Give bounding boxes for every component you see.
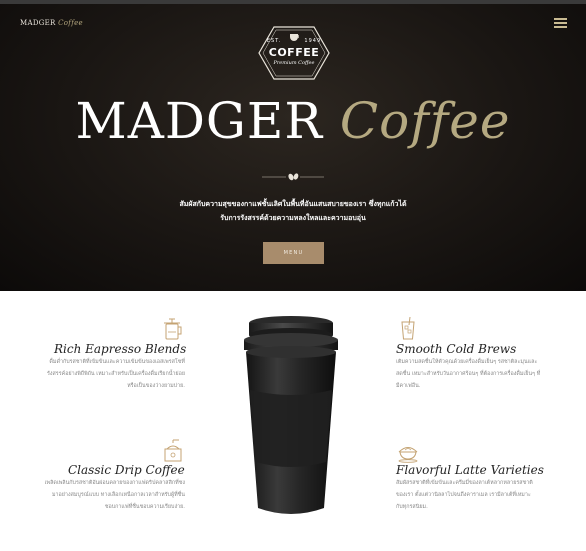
hero-tagline-line1: สัมผัสกับความสุขของกาแฟชั้นเลิศในพื้นที่…	[179, 200, 407, 208]
feature-title: Classic Drip Coffee	[68, 463, 185, 477]
brand-logo[interactable]: MADGER Coffee	[20, 19, 83, 27]
menu-button[interactable]: MENU	[263, 242, 324, 264]
hero-section: MADGER Coffee EST. 1949 COFFEE Premium C…	[0, 0, 586, 291]
hero-title-main: MADGER	[75, 92, 323, 150]
brand-main: MADGER	[20, 19, 56, 27]
badge-subtitle: Premium Coffee	[273, 60, 315, 66]
coffee-grinder-icon	[164, 439, 182, 462]
iced-coffee-icon	[401, 317, 415, 340]
hero-tagline: สัมผัสกับความสุขของกาแฟชั้นเลิศในพื้นที่…	[140, 197, 446, 225]
top-border	[0, 0, 586, 4]
coffee-cup-image	[244, 316, 338, 514]
hero-title: MADGER Coffee	[0, 92, 586, 150]
badge-name: COFFEE	[268, 46, 320, 59]
feature-desc: สัมผัสรสชาติที่เข้มข้นและครีมมี่ของลาเต้…	[396, 480, 533, 510]
feature-desc: เพลิดเพลินกับรสชาติอันผ่อนคลายของกาแฟดริ…	[44, 480, 185, 510]
feature-desc: ดื่มด่ำกับรสชาติที่เข้มข้นและความเข้มข้น…	[46, 359, 185, 389]
hero-title-accent: Coffee	[339, 92, 511, 150]
brand-accent: Coffee	[58, 19, 83, 27]
french-press-icon	[164, 318, 182, 340]
badge-year: 1949	[304, 38, 322, 44]
feature-title: Rich Eapresso Blends	[54, 342, 187, 356]
feature-desc: เติมความสดชื่นให้ตัวคุณด้วยเครื่องดื่มเย…	[396, 359, 541, 389]
hero-tagline-line2: รับการรังสรรค์ด้วยความหลงใหลและความอบอุ่…	[220, 214, 366, 222]
feature-title: Smooth Cold Brews	[396, 342, 517, 356]
coffee-badge: EST. 1949 COFFEE Premium Coffee	[258, 26, 330, 80]
badge-est: EST.	[266, 38, 282, 44]
hamburger-icon[interactable]	[554, 18, 567, 28]
feature-title: Flavorful Latte Varieties	[396, 463, 544, 477]
latte-cup-icon	[398, 447, 418, 463]
coffee-bean-divider-icon	[262, 173, 324, 181]
